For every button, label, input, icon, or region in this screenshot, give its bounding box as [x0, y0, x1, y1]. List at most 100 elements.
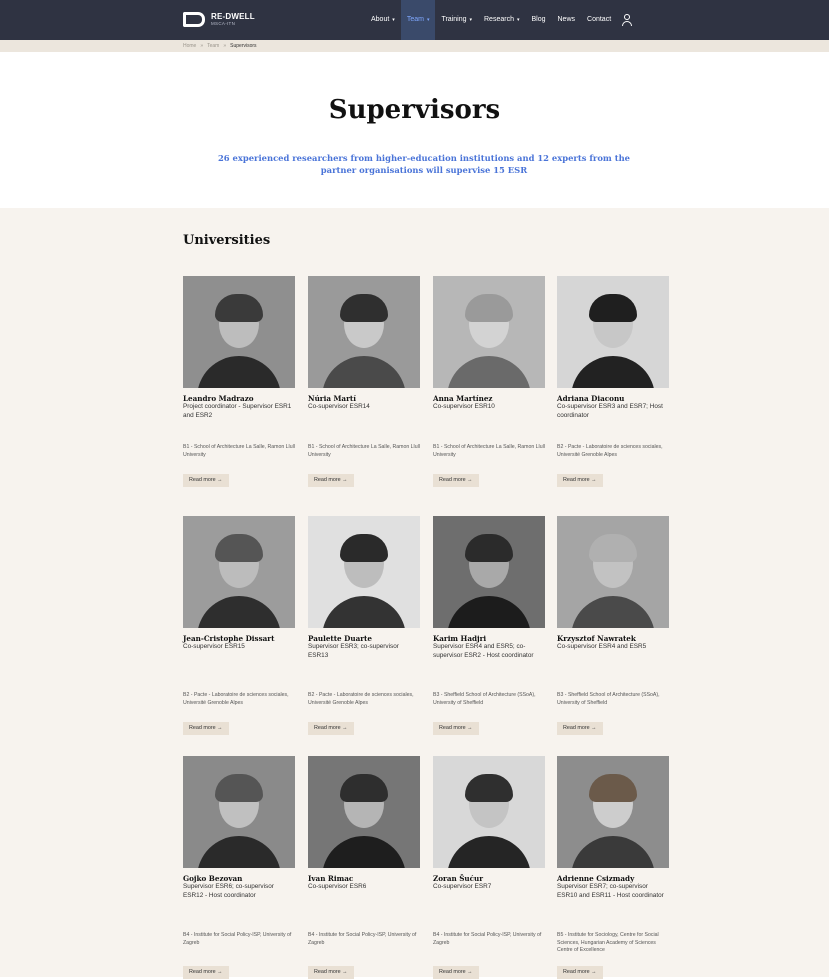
- section-title: Universities: [183, 233, 271, 248]
- breadcrumb-team[interactable]: Team: [207, 40, 219, 52]
- supervisor-photo[interactable]: [183, 276, 295, 388]
- supervisor-institution: B3 - Sheffield School of Architecture (S…: [433, 692, 536, 706]
- supervisor-card: Núria Martí Co-supervisor ESR14 B1 - Schoo…: [308, 276, 420, 487]
- menu-item-about[interactable]: About ▾: [365, 0, 401, 40]
- supervisor-name[interactable]: Núria Martí: [308, 394, 420, 403]
- supervisor-role: Co-supervisor ESR3 and ESR7; Host coordi…: [557, 403, 663, 419]
- breadcrumb-current: Supervisors: [230, 43, 257, 49]
- page-subtitle: 26 experienced researchers from higher-e…: [217, 153, 630, 175]
- supervisor-role: Co-supervisor ESR14: [308, 403, 370, 410]
- supervisor-name[interactable]: Leandro Madrazo: [183, 394, 295, 403]
- read-more-button[interactable]: Read more →: [557, 474, 603, 487]
- page-title: Supervisors: [328, 95, 501, 125]
- supervisor-card: Adriana Diaconu Co-supervisor ESR3 and ES…: [557, 276, 669, 487]
- chevron-down-icon: ▾: [469, 17, 472, 23]
- supervisor-photo[interactable]: [308, 276, 420, 388]
- supervisor-institution: B2 - Pacte - Laboratoire de sciences soc…: [183, 692, 289, 706]
- site-logo[interactable]: RE-DWELL MSCA-ITN: [183, 12, 255, 27]
- read-more-button[interactable]: Read more →: [433, 966, 479, 979]
- breadcrumb-separator: »: [223, 43, 227, 49]
- read-more-button[interactable]: Read more →: [308, 722, 354, 735]
- supervisor-name[interactable]: Adriana Diaconu: [557, 394, 669, 403]
- supervisor-name[interactable]: Karim Hadjri: [433, 634, 545, 643]
- supervisor-photo[interactable]: [433, 516, 545, 628]
- supervisor-photo[interactable]: [308, 756, 420, 868]
- supervisor-card: Gojko Bezovan Supervisor ESR6; co-supervi…: [183, 756, 295, 979]
- supervisor-card: Karim Hadjri Supervisor ESR4 and ESR5; co…: [433, 516, 545, 735]
- supervisor-institution: B2 - Pacte - Laboratoire de sciences soc…: [557, 444, 663, 458]
- supervisor-institution: B3 - Sheffield School of Architecture (S…: [557, 692, 660, 706]
- read-more-button[interactable]: Read more →: [183, 474, 229, 487]
- read-more-button[interactable]: Read more →: [183, 966, 229, 979]
- supervisor-name[interactable]: Gojko Bezovan: [183, 874, 295, 883]
- supervisor-name[interactable]: Jean-Cristophe Dissart: [183, 634, 295, 643]
- breadcrumb: Home » Team » Supervisors: [183, 40, 257, 52]
- menu-item-news[interactable]: News: [552, 0, 582, 40]
- supervisor-name[interactable]: Ivan Rimac: [308, 874, 420, 883]
- supervisor-photo[interactable]: [557, 756, 669, 868]
- supervisor-institution: B1 - School of Architecture La Salle, Ra…: [433, 444, 545, 458]
- supervisor-name[interactable]: Krzysztof Nawratek: [557, 634, 669, 643]
- read-more-button[interactable]: Read more →: [308, 966, 354, 979]
- supervisor-name[interactable]: Zoran Šućur: [433, 874, 545, 883]
- supervisor-card: Ivan Rimac Co-supervisor ESR6 B4 - Institu…: [308, 756, 420, 979]
- supervisor-name[interactable]: Anna Martínez: [433, 394, 545, 403]
- read-more-button[interactable]: Read more →: [183, 722, 229, 735]
- supervisor-institution: B4 - Institute for Social Policy-ISP, Un…: [308, 932, 417, 946]
- supervisor-card: Leandro Madrazo Project coordinator - Sup…: [183, 276, 295, 487]
- chevron-down-icon: ▾: [516, 17, 520, 23]
- supervisor-role: Co-supervisor ESR10: [433, 403, 495, 410]
- logo-mark-icon: [183, 12, 205, 27]
- read-more-button[interactable]: Read more →: [433, 474, 479, 487]
- menu-item-blog[interactable]: Blog: [525, 0, 551, 40]
- supervisor-role: Supervisor ESR3; co-supervisor ESR13: [308, 643, 399, 659]
- supervisor-role: Co-supervisor ESR6: [308, 883, 367, 890]
- supervisor-photo[interactable]: [433, 756, 545, 868]
- supervisor-card: Zoran Šućur Co-supervisor ESR7 B4 - Instit…: [433, 756, 545, 979]
- supervisor-institution: B2 - Pacte - Laboratoire de sciences soc…: [308, 692, 414, 706]
- read-more-button[interactable]: Read more →: [557, 966, 603, 979]
- supervisor-photo[interactable]: [433, 276, 545, 388]
- supervisor-photo[interactable]: [183, 516, 295, 628]
- supervisor-institution: B5 - Institute for Sociology, Centre for…: [557, 932, 659, 953]
- supervisor-role: Supervisor ESR7; co-supervisor ESR10 and…: [557, 883, 664, 899]
- chevron-down-icon: ▾: [426, 17, 430, 23]
- supervisor-card: Krzysztof Nawratek Co-supervisor ESR4 and…: [557, 516, 669, 735]
- read-more-button[interactable]: Read more →: [433, 722, 479, 735]
- logo-title: RE-DWELL: [211, 11, 255, 21]
- menu-item-team[interactable]: Team ▾: [400, 0, 436, 40]
- logo-subtitle: MSCA-ITN: [211, 20, 236, 26]
- supervisor-photo[interactable]: [557, 516, 669, 628]
- supervisor-photo[interactable]: [557, 276, 669, 388]
- supervisor-institution: B4 - Institute for Social Policy-ISP, Un…: [183, 932, 292, 946]
- user-icon[interactable]: [621, 13, 633, 27]
- supervisor-card: Paulette Duarte Supervisor ESR3; co-super…: [308, 516, 420, 735]
- read-more-button[interactable]: Read more →: [557, 722, 603, 735]
- read-more-button[interactable]: Read more →: [308, 474, 354, 487]
- breadcrumb-separator: »: [200, 43, 204, 49]
- main-menu: About ▾ Team ▾ Training ▾ Research ▾ Blog Ne…: [365, 0, 633, 40]
- supervisor-role: Co-supervisor ESR15: [183, 643, 245, 650]
- supervisor-role: Project coordinator - Supervisor ESR1 an…: [183, 403, 292, 419]
- supervisor-photo[interactable]: [308, 516, 420, 628]
- supervisor-role: Supervisor ESR4 and ESR5; co-supervisor …: [433, 643, 534, 659]
- breadcrumb-home[interactable]: Home: [183, 40, 196, 52]
- supervisor-name[interactable]: Paulette Duarte: [308, 634, 420, 643]
- supervisor-institution: B1 - School of Architecture La Salle, Ra…: [308, 444, 420, 458]
- supervisor-card: Jean-Cristophe Dissart Co-supervisor ESR1…: [183, 516, 295, 735]
- menu-item-contact[interactable]: Contact: [581, 0, 617, 40]
- menu-item-research[interactable]: Research ▾: [478, 0, 525, 40]
- supervisor-role: Co-supervisor ESR7: [433, 883, 492, 890]
- top-navbar: RE-DWELL MSCA-ITN About ▾ Team ▾ Training ▾…: [0, 0, 829, 40]
- chevron-down-icon: ▾: [392, 17, 395, 23]
- supervisor-institution: B1 - School of Architecture La Salle, Ra…: [183, 444, 295, 458]
- supervisor-name[interactable]: Adrienne Csizmady: [557, 874, 669, 883]
- menu-item-training[interactable]: Training ▾: [435, 0, 478, 40]
- supervisor-role: Co-supervisor ESR4 and ESR5: [557, 643, 647, 650]
- supervisor-card: Adrienne Csizmady Supervisor ESR7; co-sup…: [557, 756, 669, 979]
- breadcrumb-bar: Home » Team » Supervisors: [0, 40, 829, 52]
- supervisor-card: Anna Martínez Co-supervisor ESR10 B1 - Sch…: [433, 276, 545, 487]
- supervisor-photo[interactable]: [183, 756, 295, 868]
- supervisor-institution: B4 - Institute for Social Policy-ISP, Un…: [433, 932, 542, 946]
- supervisor-role: Supervisor ESR6; co-supervisor ESR12 - H…: [183, 883, 274, 899]
